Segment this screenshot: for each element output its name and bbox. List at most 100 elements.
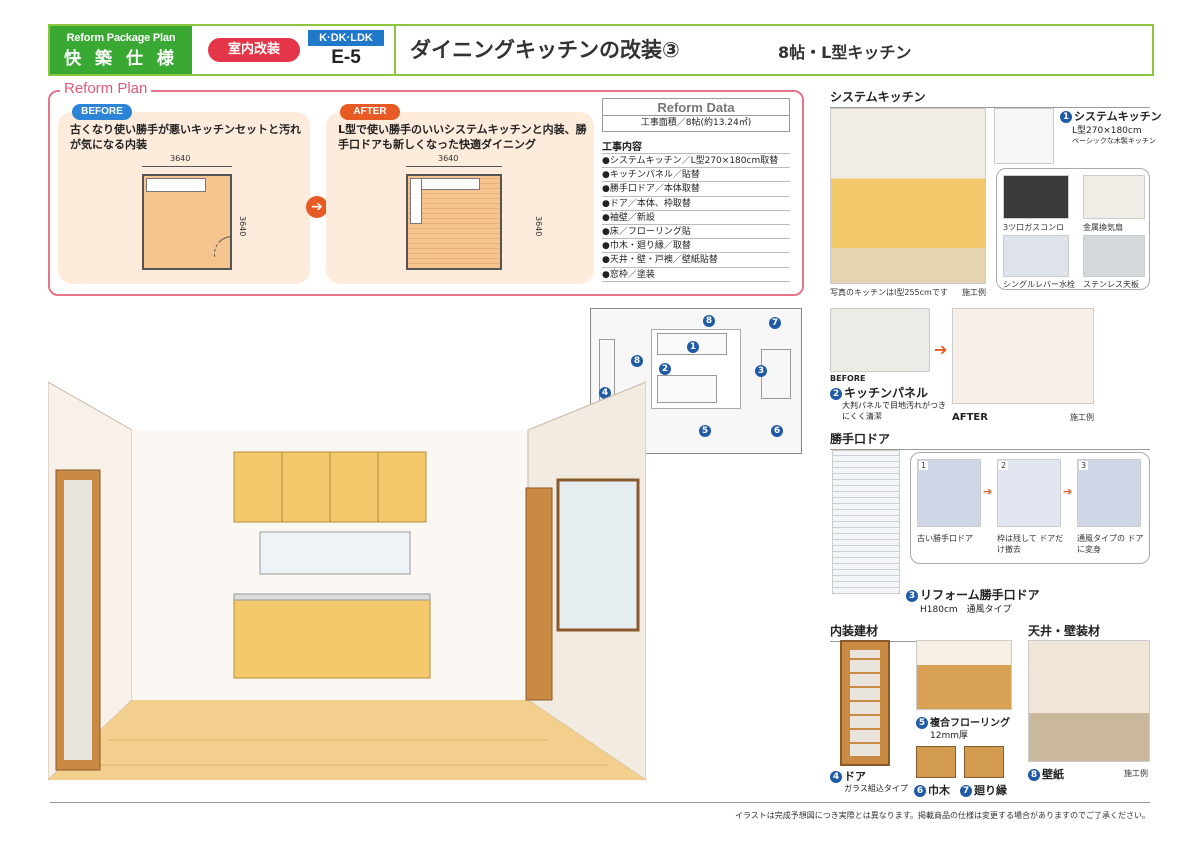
door-spec: ガラス組込タイプ xyxy=(844,784,908,793)
work-item: ●袖壁／新設 xyxy=(602,211,790,225)
part-label: ステンレス天板 xyxy=(1083,280,1139,289)
stainless-top-photo xyxy=(1083,235,1145,277)
base-cabinets xyxy=(657,375,717,403)
flooring-photo xyxy=(916,640,1012,710)
reform-area: 工事面積／8帖(約13.24㎡) xyxy=(602,116,790,132)
gas-stove-photo xyxy=(1003,175,1069,219)
after-label: AFTER xyxy=(340,104,400,120)
after-card: AFTER L型で使い勝手のいいシステムキッチンと内装、勝手口ドアも新しくなった… xyxy=(326,104,594,284)
backdoor-photo xyxy=(832,450,900,594)
key-number: 2 xyxy=(659,363,671,375)
key-number: 6 xyxy=(771,425,783,437)
old-counter xyxy=(146,178,206,192)
baseboard-title-text: 巾木 xyxy=(928,784,950,797)
reform-data-table: Reform Data 工事面積／8帖(約13.24㎡) 工事内容 ●システムキ… xyxy=(602,98,790,284)
wallpaper-title: 8 壁紙 xyxy=(1028,766,1064,782)
kitchen-item-size: L型270×180cm xyxy=(1072,126,1142,136)
example-label: 施工例 xyxy=(1070,413,1094,422)
part-label: 金属換気扇 xyxy=(1083,223,1123,232)
panel-desc: 大判パネルで目地汚れがつきにくく清潔 xyxy=(842,401,946,421)
step-caption: 古い勝手口ドア xyxy=(917,534,973,543)
dim-line xyxy=(142,166,232,167)
step-number: 1 xyxy=(919,461,929,470)
work-item: ●キッチンパネル／貼替 xyxy=(602,168,790,183)
header-divider xyxy=(394,26,396,74)
arrow-right-icon: ➔ xyxy=(306,196,328,218)
before-label: BEFORE xyxy=(72,104,132,120)
work-item: ●窓枠／塗装 xyxy=(602,268,790,282)
works-title: 工事内容 xyxy=(602,138,790,154)
molding-title: 7 廻り縁 xyxy=(960,782,1007,798)
work-item: ●勝手口ドア／本体取替 xyxy=(602,182,790,197)
interior-heading: 内装建材 xyxy=(830,622,1012,642)
panel-title: 2 キッチンパネル xyxy=(830,384,928,401)
arrow-right-icon: ➔ xyxy=(1063,485,1073,498)
part-label: シングルレバー水栓 xyxy=(1003,280,1075,289)
work-item: ●システムキッチン／L型270×180cm取替 xyxy=(602,154,790,169)
panel-after-photo xyxy=(952,308,1094,404)
step-number: 3 xyxy=(1079,461,1089,470)
room-perspective-svg xyxy=(47,381,647,782)
key-number: 5 xyxy=(699,425,711,437)
before-card: BEFORE 古くなり使い勝手が悪いキッチンセットと汚れが気になる内装 3640… xyxy=(58,104,310,284)
door-title: 4 ドア xyxy=(830,768,866,784)
step-caption: 通風タイプの ドアに変身 xyxy=(1077,534,1144,554)
kitchen-photo-caption: 写真のキッチンはI型255cmです xyxy=(830,288,948,297)
backdoor-spec: H180cm 通風タイプ xyxy=(920,605,1012,615)
key-number: 7 xyxy=(769,317,781,329)
ceiling-wall-heading: 天井・壁装材 xyxy=(1028,622,1150,642)
door-glass xyxy=(850,650,880,756)
wallpaper-title-text: 壁紙 xyxy=(1042,768,1064,781)
molding-sample xyxy=(964,746,1004,778)
kitchen-parts-box: 3ツ口ガスコンロ 金属換気扇 シングルレバー水栓 ステンレス天板 xyxy=(996,168,1150,290)
reform-plan-panel: Reform Plan BEFORE 古くなり使い勝手が悪いキッチンセットと汚れ… xyxy=(48,80,804,296)
dim-line xyxy=(406,166,502,167)
key-number: 3 xyxy=(755,365,767,377)
panel-after-label: AFTER xyxy=(952,412,988,423)
part-label: 3ツ口ガスコンロ xyxy=(1003,223,1065,232)
room-type-badge: K·DK·LDK xyxy=(308,30,384,46)
wallpaper-photo xyxy=(1028,640,1150,762)
backdoor-title-text: リフォーム勝手口ドア xyxy=(920,588,1040,602)
page-subtitle: 8帖・L型キッチン xyxy=(778,43,912,62)
system-kitchen-heading: システムキッチン xyxy=(830,88,1150,108)
kitchen-item-title: 1 システムキッチン xyxy=(1060,108,1162,124)
backdoor-title: 3 リフォーム勝手口ドア xyxy=(906,586,1040,603)
molding-title-text: 廻り縁 xyxy=(974,784,1007,797)
baseboard-title: 6 巾木 xyxy=(914,782,950,798)
work-item: ●ドア／本体、枠取替 xyxy=(602,197,790,211)
after-width-dim: 3640 xyxy=(438,154,459,163)
panel-title-text: キッチンパネル xyxy=(844,386,929,400)
key-number: 1 xyxy=(687,341,699,353)
example-label: 施工例 xyxy=(962,288,986,297)
l-counter-side xyxy=(410,178,422,224)
work-item: ●巾木・廻り縁／取替 xyxy=(602,239,790,254)
reform-data-heading: Reform Data xyxy=(602,98,790,116)
kitchen-line-drawing xyxy=(994,108,1054,164)
example-label: 施工例 xyxy=(1124,769,1148,778)
step-caption: 枠は残して ドアだけ撤去 xyxy=(997,534,1064,554)
range-hood-photo xyxy=(1083,175,1145,219)
category-badge: 室内改装 xyxy=(208,38,300,62)
baseboard-sample xyxy=(916,746,956,778)
after-depth-dim: 3640 xyxy=(534,216,543,237)
brand-line2: 快 築 仕 様 xyxy=(64,49,178,69)
dining-kitchen-illustration xyxy=(47,310,647,796)
backdoor-heading: 勝手口ドア xyxy=(830,430,1150,450)
reform-plan-title: Reform Plan xyxy=(60,80,152,97)
door-product-image xyxy=(840,640,890,766)
footer-divider xyxy=(50,802,1150,803)
before-floorplan xyxy=(142,174,232,270)
kitchen-item-title-text: システムキッチン xyxy=(1074,110,1162,123)
arrow-right-icon: ➔ xyxy=(934,340,948,359)
before-depth-dim: 3640 xyxy=(238,216,247,237)
panel-before-label: BEFORE xyxy=(830,374,866,383)
after-floorplan xyxy=(406,174,502,270)
panel-before-photo xyxy=(830,308,930,372)
after-text: L型で使い勝手のいいシステムキッチンと内装、勝手口ドアも新しくなった快適ダイニン… xyxy=(338,123,587,151)
before-width-dim: 3640 xyxy=(170,154,191,163)
flooring-spec: 12mm厚 xyxy=(930,731,968,741)
flooring-title: 5 複合フローリング xyxy=(916,714,1010,729)
arrow-right-icon: ➔ xyxy=(983,485,993,498)
brand-line1: Reform Package Plan xyxy=(66,32,176,44)
